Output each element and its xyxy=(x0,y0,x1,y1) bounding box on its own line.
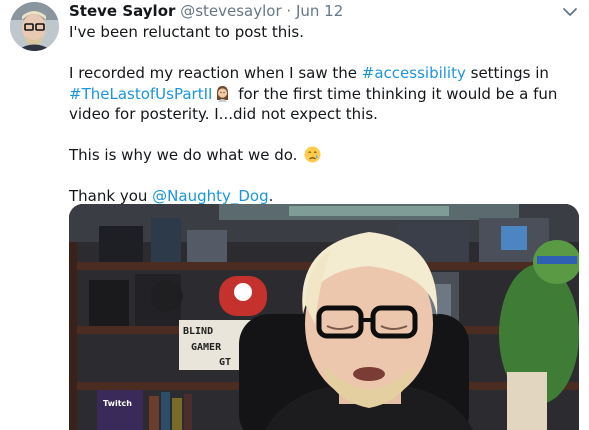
box-label-text: Twitch xyxy=(103,399,132,408)
hashtag-tlou2-link[interactable]: #TheLastofUsPartII xyxy=(69,85,212,103)
header-separator: · xyxy=(286,2,292,20)
tweet-date[interactable]: Jun 12 xyxy=(296,2,343,20)
tweet-text-segment: This is why we do what we do. xyxy=(69,146,298,164)
caret-down-icon[interactable] xyxy=(561,4,579,18)
sign-text-line3: GT xyxy=(219,357,231,368)
author-name[interactable]: Steve Saylor xyxy=(69,2,175,20)
tweet-text-segment: . xyxy=(268,187,274,205)
woman-emoji-icon xyxy=(214,85,231,102)
tweet-text-segment: video for posterity. I...did not expect … xyxy=(69,105,378,123)
video-thumbnail: BLIND GAMER GT Twitch xyxy=(69,204,579,430)
hashtag-accessibility-link[interactable]: #accessibility xyxy=(362,64,466,82)
tweet-text-segment: settings in xyxy=(465,64,549,82)
tweet-paragraph-2: I recorded my reaction when I saw the #a… xyxy=(69,63,579,125)
tweet-line-1: I've been reluctant to post this. xyxy=(69,23,305,41)
mention-naughty-dog-link[interactable]: @Naughty_Dog xyxy=(152,187,268,205)
tweet-paragraph-3: This is why we do what we do. xyxy=(69,145,579,166)
sign-text-line1: BLIND xyxy=(183,326,213,337)
tweet-text-segment: I recorded my reaction when I saw the xyxy=(69,64,362,82)
author-avatar[interactable] xyxy=(10,2,59,51)
avatar-image xyxy=(10,2,59,51)
tweet-text-segment: for the first time thinking it would be … xyxy=(233,84,558,103)
tweet-video-media[interactable]: BLIND GAMER GT Twitch xyxy=(69,204,579,430)
tweet-text-segment: Thank you xyxy=(69,187,153,205)
tweet-text: I've been reluctant to post this. I reco… xyxy=(69,22,579,227)
crying-face-emoji-icon xyxy=(304,146,321,163)
tweet-header: Steve Saylor @stevesaylor · Jun 12 xyxy=(69,1,343,21)
sign-text-line2: GAMER xyxy=(191,342,222,353)
author-handle[interactable]: @stevesaylor xyxy=(180,2,281,20)
